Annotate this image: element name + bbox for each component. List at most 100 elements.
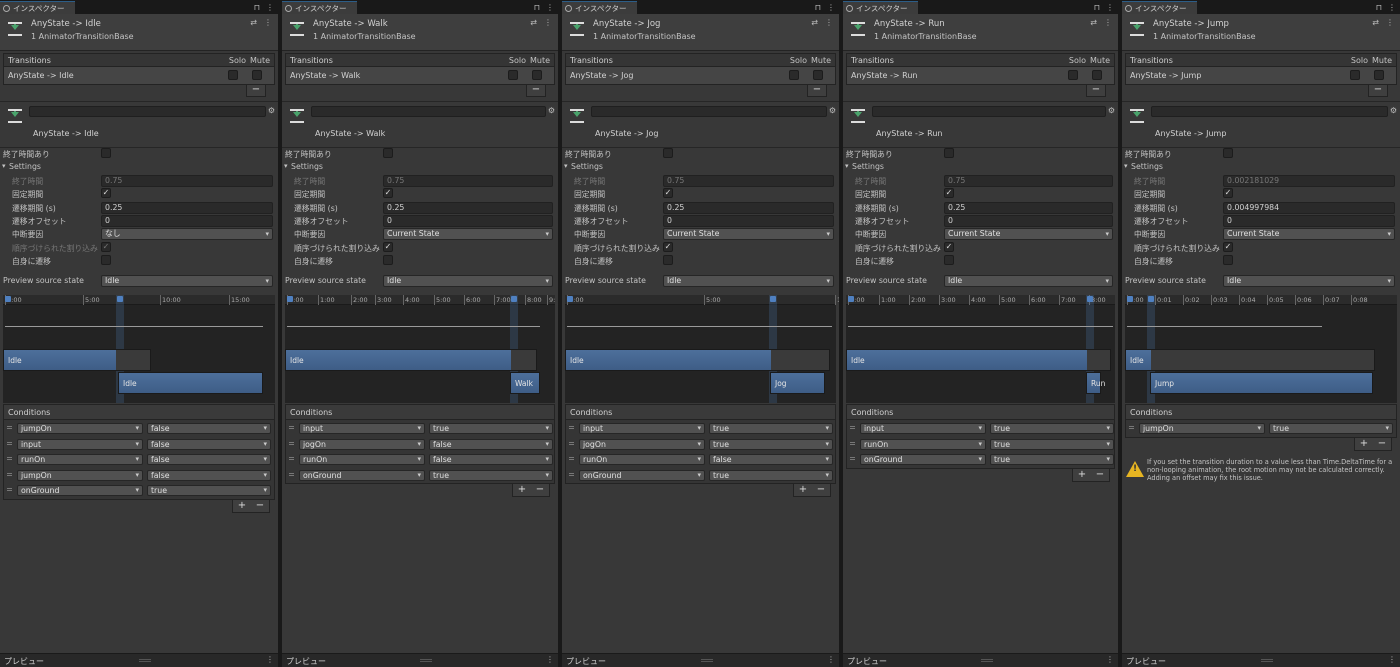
remove-transition-button[interactable]: −	[526, 85, 546, 97]
fixed-duration-checkbox[interactable]: ✓	[383, 188, 393, 199]
transition-name-field[interactable]	[311, 106, 546, 117]
transition-name-field[interactable]	[872, 106, 1106, 117]
interruption-source-dropdown[interactable]: なし	[101, 228, 273, 241]
has-exit-time-checkbox[interactable]	[663, 148, 673, 158]
condition-value-dropdown[interactable]: true	[709, 469, 833, 481]
condition-value-dropdown[interactable]: true	[709, 438, 833, 450]
condition-value-dropdown[interactable]: false	[147, 438, 271, 450]
foldout-arrow-icon[interactable]: ▾	[564, 162, 568, 170]
transition-end-handle[interactable]	[770, 296, 776, 302]
drag-handle-icon[interactable]	[7, 426, 12, 429]
condition-value-dropdown[interactable]: true	[147, 485, 271, 497]
transition-timeline[interactable]: 0:00 0:01 0:02 0:03 0:04 0:05 0:06 0:07 0:08 Idle…	[1125, 295, 1397, 403]
foldout-arrow-icon[interactable]: ▾	[845, 162, 849, 170]
drag-handle-icon[interactable]	[289, 457, 294, 461]
condition-parameter-dropdown[interactable]: input	[860, 423, 986, 434]
preset-icon[interactable]: ⇄	[530, 18, 537, 27]
transition-end-handle[interactable]	[511, 296, 517, 302]
exit-time-field[interactable]: 0.75	[663, 174, 834, 187]
transition-end-handle[interactable]	[117, 296, 123, 302]
condition-value-dropdown[interactable]: true	[990, 454, 1114, 466]
gear-icon[interactable]: ⚙	[268, 106, 275, 115]
preview-source-dropdown[interactable]: Idle	[663, 275, 834, 287]
preview-menu-icon[interactable]: ⋮	[266, 655, 274, 664]
add-condition-button[interactable]: +	[794, 484, 812, 496]
drag-handle-icon[interactable]	[289, 441, 294, 445]
condition-value-dropdown[interactable]: true	[429, 469, 553, 481]
destination-state-bar[interactable]: Run	[1086, 372, 1105, 394]
condition-parameter-dropdown[interactable]: onGround	[299, 469, 425, 481]
condition-parameter-dropdown[interactable]: jumpOn	[17, 469, 143, 481]
source-state-bar[interactable]: Idle	[285, 349, 537, 371]
transition-end-handle[interactable]	[1087, 296, 1093, 302]
inspector-tab[interactable]: インスペクター	[562, 1, 637, 14]
condition-parameter-dropdown[interactable]: input	[579, 423, 705, 434]
remove-condition-button[interactable]: −	[251, 500, 269, 512]
interruption-source-dropdown[interactable]: Current State	[1223, 228, 1395, 241]
drag-handle-icon[interactable]	[569, 426, 574, 429]
transition-duration-field[interactable]: 0.25	[383, 201, 553, 214]
kebab-menu-icon[interactable]: ⋮	[266, 3, 274, 12]
transition-start-handle[interactable]	[848, 296, 854, 302]
drag-handle-icon[interactable]	[7, 472, 12, 476]
preset-icon[interactable]: ⇄	[1372, 18, 1379, 27]
header-menu-icon[interactable]: ⋮	[1104, 18, 1112, 27]
source-state-bar[interactable]: Idle	[3, 349, 151, 371]
transition-offset-field[interactable]: 0	[383, 215, 553, 227]
add-condition-button[interactable]: +	[233, 500, 251, 512]
header-menu-icon[interactable]: ⋮	[825, 18, 833, 27]
transition-timeline[interactable]: 0:005:0010IdleJog	[565, 295, 839, 403]
gear-icon[interactable]: ⚙	[829, 106, 836, 115]
transition-start-handle[interactable]	[5, 296, 11, 302]
transition-name-field[interactable]	[591, 106, 827, 117]
inspector-tab[interactable]: インスペクター	[0, 1, 75, 14]
transition-duration-field[interactable]: 0.25	[944, 201, 1113, 214]
drag-handle-icon[interactable]	[569, 441, 574, 445]
can-transition-to-self-checkbox[interactable]	[383, 255, 393, 266]
transition-offset-field[interactable]: 0	[663, 215, 834, 227]
drag-handle-icon[interactable]	[7, 457, 12, 461]
preview-source-dropdown[interactable]: Idle	[1223, 275, 1395, 287]
resize-grip-icon[interactable]	[420, 659, 432, 662]
drag-handle-icon[interactable]	[850, 426, 855, 429]
condition-parameter-dropdown[interactable]: input	[17, 438, 143, 450]
remove-condition-button[interactable]: −	[812, 484, 830, 496]
lock-icon[interactable]: ⊓	[534, 3, 540, 12]
mute-checkbox[interactable]	[532, 70, 542, 80]
condition-parameter-dropdown[interactable]: runOn	[17, 454, 143, 466]
ordered-interruption-checkbox[interactable]: ✓	[383, 241, 393, 252]
drag-handle-icon[interactable]	[7, 488, 12, 492]
transition-end-handle[interactable]	[1148, 296, 1154, 302]
preset-icon[interactable]: ⇄	[1090, 18, 1097, 27]
exit-time-field[interactable]: 0.75	[944, 174, 1113, 187]
transition-name-field[interactable]	[29, 106, 266, 117]
remove-condition-button[interactable]: −	[1091, 469, 1109, 481]
remove-condition-button[interactable]: −	[1373, 438, 1391, 450]
resize-grip-icon[interactable]	[980, 659, 993, 662]
condition-parameter-dropdown[interactable]: jogOn	[579, 438, 705, 450]
transition-list-item[interactable]: AnyState -> Walk	[285, 67, 555, 85]
ordered-interruption-checkbox[interactable]: ✓	[663, 241, 673, 252]
condition-parameter-dropdown[interactable]: jumpOn	[17, 423, 143, 434]
lock-icon[interactable]: ⊓	[815, 3, 821, 12]
lock-icon[interactable]: ⊓	[254, 3, 260, 12]
fixed-duration-checkbox[interactable]: ✓	[101, 188, 111, 199]
condition-value-dropdown[interactable]: false	[147, 423, 271, 434]
transition-offset-field[interactable]: 0	[1223, 215, 1395, 227]
solo-checkbox[interactable]	[228, 70, 238, 80]
solo-checkbox[interactable]	[789, 70, 799, 80]
transition-offset-field[interactable]: 0	[944, 215, 1113, 227]
transition-list-item[interactable]: AnyState -> Jog	[565, 67, 836, 85]
has-exit-time-checkbox[interactable]	[1223, 148, 1233, 158]
has-exit-time-checkbox[interactable]	[383, 148, 393, 158]
condition-parameter-dropdown[interactable]: onGround	[860, 454, 986, 466]
foldout-arrow-icon[interactable]: ▾	[284, 162, 288, 170]
destination-state-bar[interactable]: Idle	[118, 372, 263, 394]
transition-timeline[interactable]: 0:00 1:00 2:00 3:00 4:00 5:00 6:00 7:00 8:00 9: Id…	[285, 295, 555, 403]
condition-value-dropdown[interactable]: true	[429, 423, 553, 434]
inspector-tab[interactable]: インスペクター	[282, 1, 357, 14]
add-condition-button[interactable]: +	[1355, 438, 1373, 450]
transition-timeline[interactable]: 0:00 1:00 2:00 3:00 4:00 5:00 6:00 7:00 8:00 Idle…	[846, 295, 1115, 403]
can-transition-to-self-checkbox[interactable]	[1223, 255, 1233, 266]
condition-value-dropdown[interactable]: false	[429, 454, 553, 466]
